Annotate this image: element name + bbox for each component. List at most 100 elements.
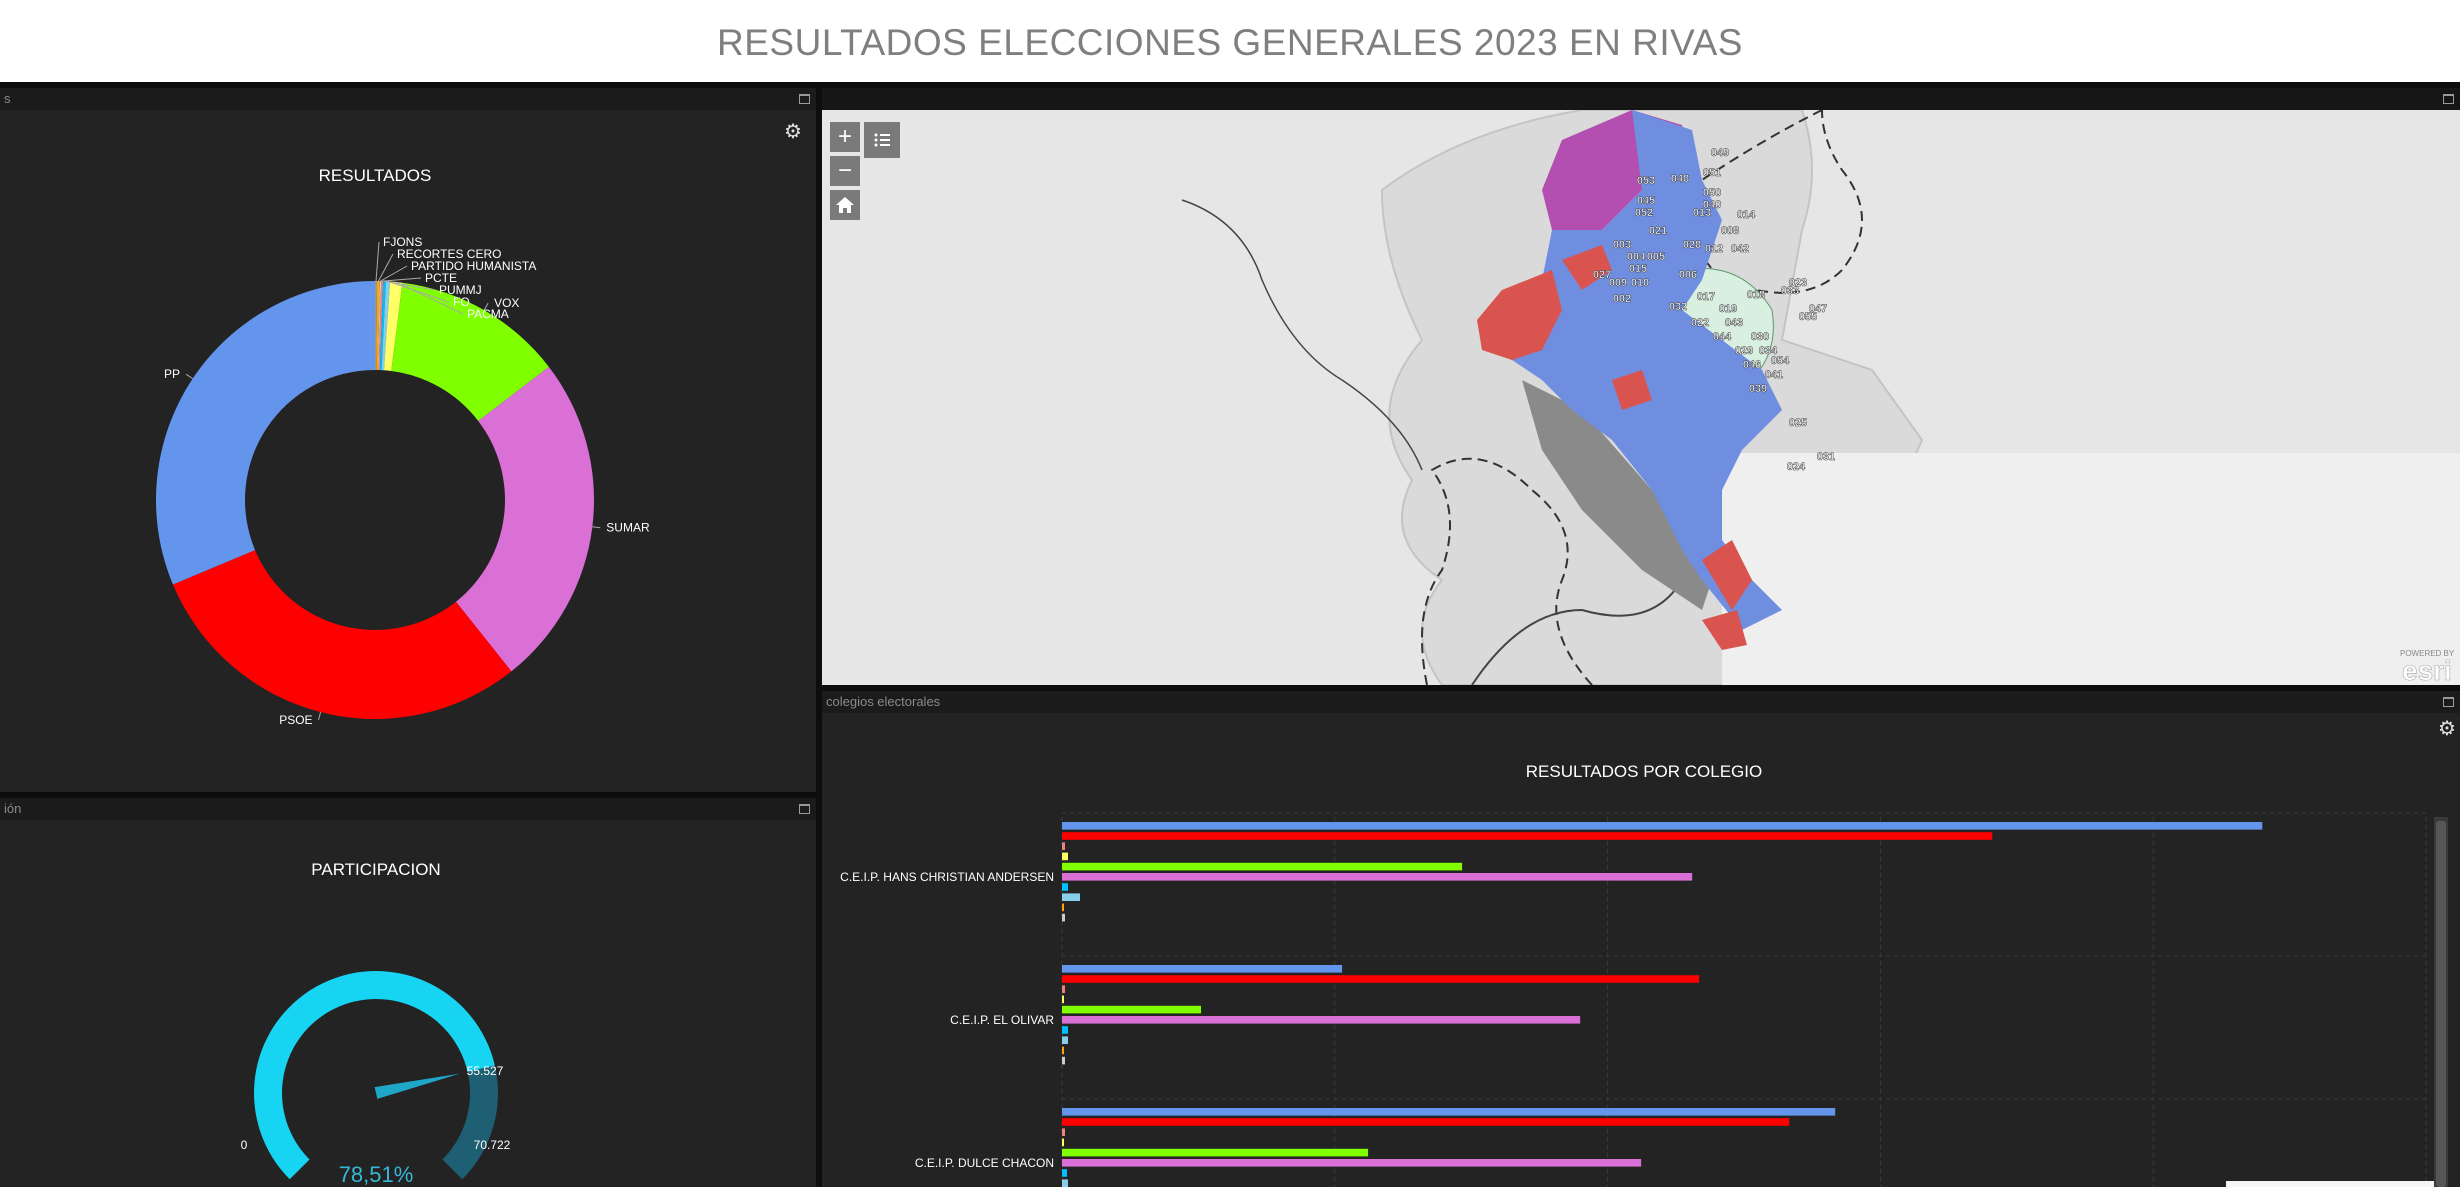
donut-label: PP — [164, 367, 180, 381]
map-section-label: 028 — [1683, 239, 1701, 251]
bar-psoe[interactable] — [1062, 832, 1993, 840]
map-section-label: 033 — [1781, 285, 1799, 297]
donut-label: PSOE — [279, 713, 312, 727]
bar-pummj[interactable] — [1062, 883, 1069, 891]
bar-pcte[interactable] — [1062, 985, 1066, 993]
map-section-label: 030 — [1751, 331, 1769, 343]
layer-list-button[interactable] — [864, 122, 900, 158]
donut-slice-psoe[interactable] — [172, 550, 512, 719]
bar-fo[interactable] — [1062, 1036, 1069, 1044]
map-section-label: 022 — [1691, 317, 1709, 329]
results-chart-title: RESULTADOS — [319, 166, 432, 185]
page-title: RESULTADOS ELECCIONES GENERALES 2023 EN … — [717, 22, 1743, 63]
map-section-label: 052 — [1635, 207, 1653, 219]
map-section-label: 014 — [1737, 209, 1756, 221]
map-view[interactable]: 049053 048 051045050040052 013 014008021003 0… — [822, 110, 2460, 685]
donut-label: VOX — [494, 296, 519, 310]
donut-label-line — [380, 265, 408, 282]
bar-fo[interactable] — [1062, 1179, 1069, 1187]
map-section-label: 031 — [1817, 451, 1835, 463]
participation-panel: ión PARTICIPACION 0 70.722 55.527 78,51% — [0, 798, 816, 1187]
gauge-needle — [374, 1073, 460, 1099]
chart-scrollbar-thumb[interactable] — [2436, 821, 2446, 1187]
esri-logo: esri — [2402, 655, 2452, 685]
bar-vox[interactable] — [1062, 1005, 1202, 1014]
bar-sumar[interactable] — [1062, 1159, 1642, 1167]
bar-partido-humanista[interactable] — [1062, 1056, 1066, 1065]
zoom-in-button[interactable]: + — [830, 122, 860, 152]
bar-recortes-cero[interactable] — [1062, 903, 1064, 912]
college-label: C.E.I.P. EL OLIVAR — [950, 1013, 1054, 1027]
map-section-label: 044 — [1713, 331, 1732, 343]
map-tile-edge — [1722, 453, 2460, 685]
bar-vox[interactable] — [1062, 862, 1463, 871]
results-panel: s ⚙ RESULTADOS FJONS RECORTES CERO PARTIDO… — [0, 88, 816, 792]
map-section-label: 002 — [1613, 293, 1631, 305]
donut-label-line — [592, 526, 601, 529]
maximize-icon[interactable] — [2443, 94, 2454, 104]
map-section-label: 003 — [1613, 239, 1631, 251]
map-section-label: 049 — [1711, 147, 1729, 159]
bar-partido-humanista[interactable] — [1062, 913, 1066, 922]
map-section-label: 019 — [1719, 303, 1737, 315]
map-section-label: 032 — [1669, 301, 1687, 313]
zoom-out-button[interactable]: − — [830, 156, 860, 186]
bar-pp[interactable] — [1062, 1108, 1836, 1116]
bar-vox[interactable] — [1062, 1148, 1369, 1157]
results-donut-chart: RESULTADOS FJONSRECORTES CEROPARTIDO HUM… — [155, 166, 650, 727]
map-section-label: 051 — [1703, 167, 1721, 179]
bar-pummj[interactable] — [1062, 1169, 1068, 1177]
bar-pacma[interactable] — [1062, 852, 1069, 861]
bar-sumar[interactable] — [1062, 873, 1693, 881]
map-section-label: 029 — [1735, 345, 1753, 357]
map-panel: 049 053 048 051 045 050 040 052 013 014 008 021 003 0… — [822, 88, 2460, 685]
map-section-label: 054 — [1771, 355, 1790, 367]
map-section-label: 006 — [1679, 269, 1697, 281]
map-section-label: 050 — [1703, 187, 1721, 199]
layer-list-icon — [874, 133, 890, 147]
home-icon — [836, 197, 854, 213]
bar-pp[interactable] — [1062, 822, 2263, 830]
map-section-label: 045 — [1637, 195, 1655, 207]
bar-psoe[interactable] — [1062, 1118, 1790, 1126]
map-section-label: 046 — [1743, 359, 1761, 371]
scroll-handle — [2226, 1181, 2434, 1187]
map-section-label: 012 — [1705, 243, 1723, 255]
bar-sumar[interactable] — [1062, 1016, 1581, 1024]
participation-gauge: PARTICIPACION 0 70.722 55.527 78,51% — [241, 860, 511, 1187]
home-button[interactable] — [830, 190, 860, 220]
participation-percent: 78,51% — [339, 1162, 414, 1187]
map-section-label: 008 — [1721, 225, 1739, 237]
donut-label-line — [375, 241, 380, 282]
college-label: C.E.I.P. DULCE CHACON — [915, 1156, 1054, 1170]
bar-pp[interactable] — [1062, 965, 1343, 973]
map-section-label: 042 — [1731, 243, 1749, 255]
colleges-panel: colegios electorales ⚙ RESULTADOS POR CO… — [822, 691, 2460, 1187]
map-section-label: 053 — [1637, 175, 1655, 187]
colleges-chart-title: RESULTADOS POR COLEGIO — [1526, 762, 1762, 781]
college-label: C.E.I.P. HANS CHRISTIAN ANDERSEN — [840, 870, 1054, 884]
map-section-label: 004 — [1627, 251, 1646, 263]
bar-psoe[interactable] — [1062, 975, 1700, 983]
map-section-label: 024 — [1787, 461, 1806, 473]
map-section-label: 039 — [1749, 383, 1767, 395]
donut-label-line — [382, 277, 422, 282]
bar-pummj[interactable] — [1062, 1026, 1069, 1034]
map-section-label: 055 — [1799, 311, 1817, 323]
gauge-value-label: 55.527 — [467, 1064, 504, 1078]
donut-label-line — [185, 373, 193, 380]
college-results-chart: RESULTADOS POR COLEGIO C.E.I.P. HANS CHR… — [840, 762, 2427, 1187]
bar-pacma[interactable] — [1062, 995, 1065, 1004]
donut-slice-pp[interactable] — [155, 281, 375, 585]
title-bar: RESULTADOS ELECCIONES GENERALES 2023 EN … — [0, 0, 2460, 82]
donut-label: SUMAR — [606, 521, 650, 535]
bar-pcte[interactable] — [1062, 842, 1066, 850]
bar-pacma[interactable] — [1062, 1138, 1065, 1147]
bar-pcte[interactable] — [1062, 1128, 1066, 1136]
gauge-max-label: 70.722 — [474, 1138, 511, 1152]
gauge-min-label: 0 — [241, 1138, 248, 1152]
map-section-label: 017 — [1697, 291, 1715, 303]
bar-recortes-cero[interactable] — [1062, 1046, 1064, 1055]
bar-fo[interactable] — [1062, 893, 1081, 901]
map-section-label: 048 — [1671, 173, 1689, 185]
